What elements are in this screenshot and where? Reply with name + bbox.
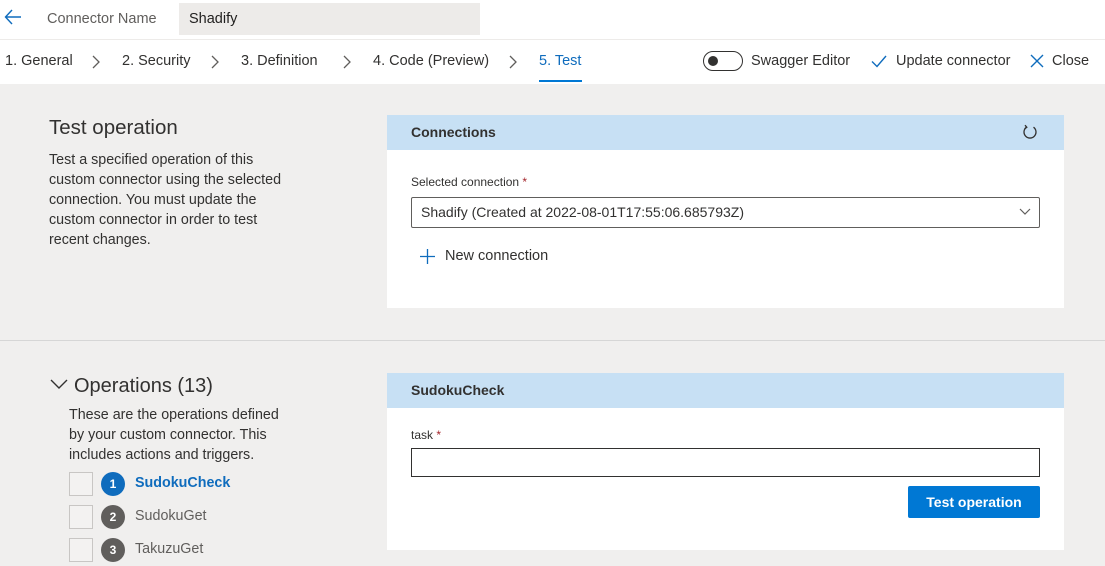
top-bar: Connector Name: [0, 0, 1105, 39]
refresh-icon[interactable]: [1022, 124, 1038, 140]
operation-number-badge: 2: [101, 505, 125, 529]
operation-name: SudokuGet: [135, 508, 207, 524]
active-step-indicator: [539, 80, 582, 82]
selected-connection-label: Selected connection *: [411, 175, 527, 189]
toggle-knob: [708, 56, 718, 66]
checkmark-icon: [871, 55, 887, 68]
step-general[interactable]: 1. General: [5, 53, 73, 69]
swagger-editor-label: Swagger Editor: [751, 53, 851, 69]
connections-card: Connections Selected connection * Shadif…: [387, 115, 1064, 308]
chevron-down-icon[interactable]: [50, 378, 68, 390]
step-code-preview[interactable]: 4. Code (Preview): [373, 53, 489, 69]
connection-select-value: Shadify (Created at 2022-08-01T17:55:06.…: [421, 204, 744, 220]
selected-connection-label-text: Selected connection: [411, 175, 520, 189]
operation-name: TakuzuGet: [135, 541, 204, 557]
connector-name-input[interactable]: [179, 3, 480, 35]
operation-checkbox[interactable]: [69, 505, 93, 529]
chevron-down-icon: [1019, 208, 1031, 215]
task-label: task *: [411, 428, 441, 442]
task-label-text: task: [411, 428, 434, 442]
connections-header-label: Connections: [411, 124, 496, 140]
operation-number-badge: 1: [101, 472, 125, 496]
operation-panel-header: SudokuCheck: [387, 373, 1064, 408]
operation-name: SudokuCheck: [135, 475, 231, 491]
chevron-right-icon: [509, 55, 517, 69]
close-button[interactable]: Close: [1052, 53, 1089, 69]
required-mark: *: [436, 428, 442, 442]
chevron-right-icon: [343, 55, 351, 69]
step-definition[interactable]: 3. Definition: [241, 53, 318, 69]
connection-select[interactable]: Shadify (Created at 2022-08-01T17:55:06.…: [411, 197, 1040, 228]
test-operation-button[interactable]: Test operation: [908, 486, 1040, 518]
swagger-editor-toggle[interactable]: [703, 51, 743, 71]
operation-number-badge: 3: [101, 538, 125, 562]
operation-panel: SudokuCheck task * Test operation: [387, 373, 1064, 550]
chevron-right-icon: [92, 55, 100, 69]
step-security[interactable]: 2. Security: [122, 53, 191, 69]
required-mark: *: [522, 175, 528, 189]
task-input[interactable]: [411, 448, 1040, 477]
operation-checkbox[interactable]: [69, 538, 93, 562]
new-connection-label: New connection: [445, 248, 549, 264]
back-arrow-icon[interactable]: [4, 6, 22, 28]
update-connector-button[interactable]: Update connector: [896, 53, 1010, 69]
chevron-right-icon: [211, 55, 219, 69]
test-operation-description: Test a specified operation of this custo…: [49, 152, 282, 248]
step-test[interactable]: 5. Test: [539, 53, 581, 69]
close-icon: [1030, 54, 1044, 68]
operations-description: These are the operations defined by your…: [69, 407, 279, 463]
connections-header: Connections: [387, 115, 1064, 150]
connector-name-label: Connector Name: [47, 11, 157, 27]
operations-title: Operations (13): [74, 375, 213, 397]
section-divider: [0, 340, 1105, 341]
plus-icon: [420, 249, 435, 264]
test-operation-title: Test operation: [49, 116, 178, 139]
operation-checkbox[interactable]: [69, 472, 93, 496]
operation-panel-title: SudokuCheck: [411, 382, 505, 398]
